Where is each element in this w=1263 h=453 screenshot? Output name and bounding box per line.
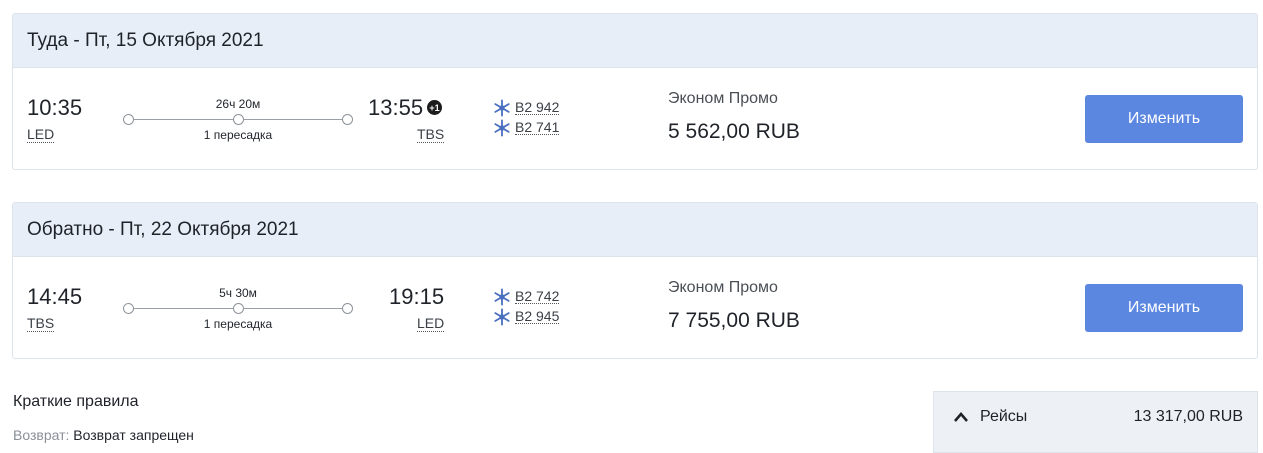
change-outbound-button[interactable]: Изменить <box>1085 95 1243 143</box>
flight-number-item: B2 945 <box>493 307 560 326</box>
flight-number-item: B2 942 <box>493 98 560 117</box>
belavia-snowflake-icon <box>494 307 510 326</box>
flight-number-link[interactable]: B2 742 <box>515 289 560 304</box>
route-start-dot <box>123 303 134 314</box>
flight-number-link[interactable]: B2 942 <box>515 100 560 115</box>
flight-duration: 26ч 20м <box>215 97 261 111</box>
route-end-dot <box>342 114 353 125</box>
flight-duration: 5ч 30м <box>219 286 257 300</box>
departure-time: 14:45 <box>27 284 83 309</box>
refund-rule: Возврат: Возврат запрещен <box>13 427 194 443</box>
route-end-dot <box>342 303 353 314</box>
route-timeline: 26ч 20м 1 пересадка <box>123 96 353 142</box>
route-stop-dot <box>233 114 244 125</box>
fare-price: 5 562,00 RUB <box>668 120 800 143</box>
departure-airport-code[interactable]: LED <box>27 127 55 143</box>
belavia-snowflake-icon <box>494 287 510 306</box>
fare-class: Эконом Промо <box>668 90 778 107</box>
flight-number-link[interactable]: B2 741 <box>515 120 560 135</box>
refund-label: Возврат: <box>13 427 70 443</box>
fare-price: 7 755,00 RUB <box>668 309 800 332</box>
rules-title: Краткие правила <box>13 393 139 410</box>
change-return-button[interactable]: Изменить <box>1085 284 1243 332</box>
flight-number-link[interactable]: B2 945 <box>515 309 560 324</box>
outbound-heading: Туда - Пт, 15 Октября 2021 <box>13 14 1257 68</box>
route-stop-dot <box>233 303 244 314</box>
return-heading: Обратно - Пт, 22 Октября 2021 <box>13 203 1257 257</box>
summary-total: 13 317,00 RUB <box>1133 408 1243 425</box>
arrival-time: 13:55 <box>368 95 424 120</box>
flight-number-item: B2 741 <box>493 118 560 137</box>
outbound-flight-card: Туда - Пт, 15 Октября 2021 10:35 LED 26ч… <box>12 13 1258 170</box>
belavia-snowflake-icon <box>494 118 510 137</box>
stops-count: 1 пересадка <box>203 128 273 142</box>
route-timeline: 5ч 30м 1 пересадка <box>123 285 353 331</box>
stops-count: 1 пересадка <box>203 317 273 331</box>
summary-label[interactable]: Рейсы <box>980 408 1027 426</box>
arrival-airport-code[interactable]: TBS <box>417 127 445 143</box>
price-summary-panel: Рейсы 13 317,00 RUB <box>933 391 1258 453</box>
route-start-dot <box>123 114 134 125</box>
refund-value: Возврат запрещен <box>73 427 194 443</box>
chevron-up-icon[interactable] <box>952 410 970 424</box>
arrival-time: 19:15 <box>389 284 445 309</box>
flight-number-item: B2 742 <box>493 287 560 306</box>
departure-airport-code[interactable]: TBS <box>27 316 55 332</box>
fare-class: Эконом Промо <box>668 279 778 296</box>
return-segment-row: 14:45 TBS 5ч 30м 1 пересадка 19:15 LED B… <box>13 257 1257 358</box>
arrival-airport-code[interactable]: LED <box>417 316 445 332</box>
return-flight-card: Обратно - Пт, 22 Октября 2021 14:45 TBS … <box>12 202 1258 359</box>
departure-time: 10:35 <box>27 95 83 120</box>
next-day-badge: +1 <box>427 100 442 115</box>
belavia-snowflake-icon <box>494 98 510 117</box>
outbound-segment-row: 10:35 LED 26ч 20м 1 пересадка 13:55 +1 T… <box>13 68 1257 169</box>
